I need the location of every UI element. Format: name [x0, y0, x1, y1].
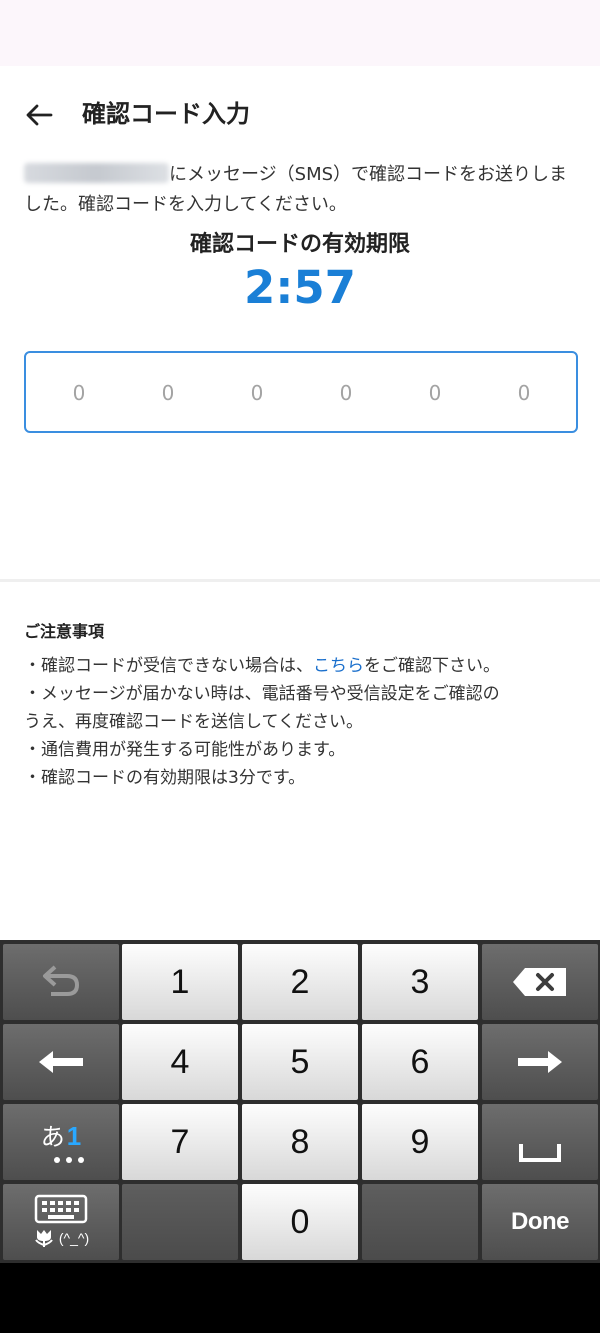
code-digit-5: 0: [428, 381, 442, 405]
backspace-icon: [513, 968, 566, 996]
page-title: 確認コード入力: [82, 100, 250, 128]
help-link[interactable]: こちら: [313, 656, 364, 676]
undo-icon: [43, 965, 80, 996]
number-mode-label: 1: [66, 1120, 82, 1151]
more-dots-icon: [54, 1156, 84, 1163]
arrow-right-icon: [518, 1051, 562, 1073]
countdown-timer: 2:57: [244, 261, 356, 314]
emoticon-row: (^_^): [33, 1228, 89, 1248]
arrow-left-icon: [39, 1051, 83, 1073]
kana-mode-label: あ: [40, 1122, 65, 1151]
key-7[interactable]: 7: [122, 1104, 238, 1180]
note-item-2-line-1: ・メッセージが届かない時は、電話番号や受信設定をご確認の: [24, 684, 500, 704]
sms-sent-message: にメッセージ（SMS）で確認コードをお送りしました。確認コードを入力してください…: [24, 160, 576, 220]
arrow-left-icon: [26, 104, 53, 126]
keyboard-icon: [34, 1194, 88, 1224]
key-2[interactable]: 2: [242, 944, 358, 1020]
note-item-2-line-2: うえ、再度確認コードを送信してください。: [24, 712, 363, 732]
section-divider: [0, 579, 600, 582]
backspace-key[interactable]: [482, 944, 598, 1020]
masked-phone-number: [24, 163, 169, 183]
note-item-1: ・確認コードが受信できない場合は、こちらをご確認下さい。: [24, 652, 584, 680]
input-mode-labels: あ 1: [41, 1117, 81, 1152]
key-4[interactable]: 4: [122, 1024, 238, 1100]
back-button[interactable]: [18, 94, 60, 136]
key-8[interactable]: 8: [242, 1104, 358, 1180]
status-bar: [0, 0, 600, 66]
note-item-4: ・確認コードの有効期限は3分です。: [24, 768, 306, 788]
space-bar-icon: [519, 1144, 561, 1162]
done-key[interactable]: Done: [482, 1184, 598, 1260]
code-digit-1: 0: [72, 381, 86, 405]
key-0[interactable]: 0: [242, 1184, 358, 1260]
undo-key[interactable]: [3, 944, 119, 1020]
key-5[interactable]: 5: [242, 1024, 358, 1100]
cursor-right-key[interactable]: [482, 1024, 598, 1100]
verification-code-input[interactable]: 0 0 0 0 0 0: [24, 351, 578, 433]
cursor-left-key[interactable]: [3, 1024, 119, 1100]
blank-key-right: [362, 1184, 478, 1260]
key-3[interactable]: 3: [362, 944, 478, 1020]
tulip-icon: [35, 1230, 53, 1247]
code-digit-6: 0: [517, 381, 531, 405]
keyboard-settings-key[interactable]: (^_^): [3, 1184, 119, 1260]
expiry-label: 確認コードの有効期限: [189, 232, 410, 257]
blank-key-left: [122, 1184, 238, 1260]
system-nav-bar: [0, 1263, 600, 1333]
key-6[interactable]: 6: [362, 1024, 478, 1100]
space-key[interactable]: [482, 1104, 598, 1180]
note-item-1-suffix: をご確認下さい。: [364, 656, 500, 676]
notes-title: ご注意事項: [24, 622, 105, 641]
key-1[interactable]: 1: [122, 944, 238, 1020]
note-item-3: ・通信費用が発生する可能性があります。: [24, 740, 346, 760]
numeric-keyboard: 1 2 3 4 5 6 あ 1 7 8 9 (^_^) 0 Done: [0, 940, 600, 1263]
code-digit-3: 0: [250, 381, 264, 405]
code-digit-4: 0: [339, 381, 353, 405]
notes-list: ・確認コードが受信できない場合は、こちらをご確認下さい。 ・メッセージが届かない…: [24, 652, 584, 792]
code-digit-2: 0: [161, 381, 175, 405]
input-mode-key[interactable]: あ 1: [3, 1104, 119, 1180]
key-9[interactable]: 9: [362, 1104, 478, 1180]
emoticon-label: (^_^): [58, 1230, 90, 1246]
note-item-1-prefix: ・確認コードが受信できない場合は、: [24, 656, 313, 676]
notes-section: ご注意事項 ・確認コードが受信できない場合は、こちらをご確認下さい。 ・メッセー…: [24, 620, 584, 792]
app-header: 確認コード入力: [0, 66, 600, 158]
